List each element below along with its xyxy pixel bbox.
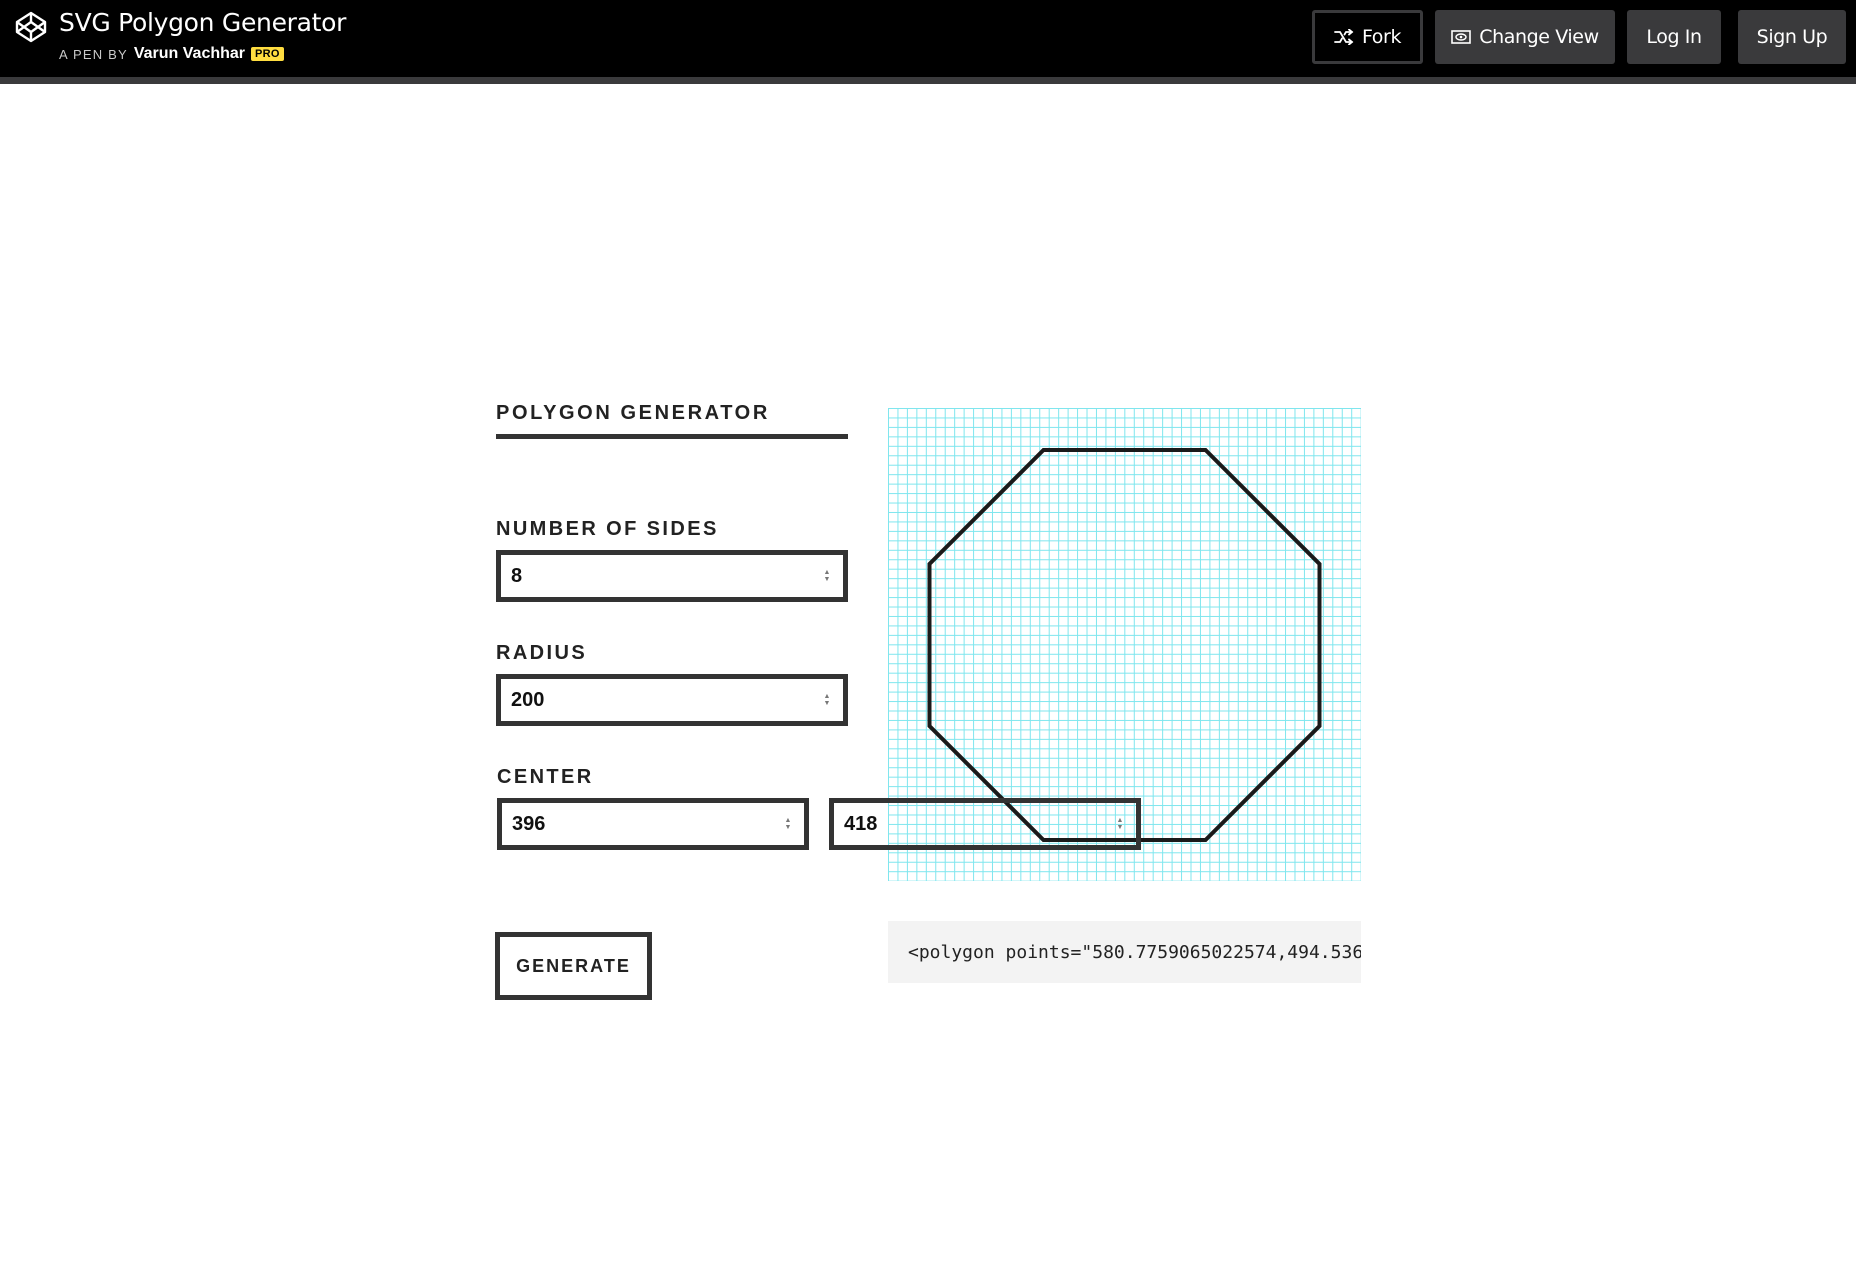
login-button[interactable]: Log In <box>1627 10 1721 64</box>
codepen-logo-icon[interactable] <box>14 10 48 44</box>
author-link[interactable]: Varun Vachhar <box>134 45 245 63</box>
center-label: CENTER <box>497 766 594 788</box>
svg-output-text: <polygon points="580.7759065022574,494.5… <box>908 941 1361 963</box>
signup-button[interactable]: Sign Up <box>1738 10 1846 64</box>
sides-value: 8 <box>511 564 523 587</box>
polygon-shape <box>927 448 1322 842</box>
radius-label: RADIUS <box>496 642 588 664</box>
center-x-input[interactable]: 396 ▲ ▼ <box>497 798 809 850</box>
center-y-input[interactable]: 418 ▲ ▼ <box>829 798 1141 850</box>
sides-input[interactable]: 8 ▲ ▼ <box>496 550 848 602</box>
svg-output-code[interactable]: <polygon points="580.7759065022574,494.5… <box>888 921 1361 983</box>
fork-label: Fork <box>1361 26 1402 48</box>
form-title: POLYGON GENERATOR <box>496 402 770 424</box>
center-y-value: 418 <box>844 812 878 835</box>
generate-button[interactable]: GENERATE <box>495 932 652 1000</box>
byline-prefix: A PEN BY <box>59 46 128 62</box>
radius-stepper-icon[interactable]: ▲ ▼ <box>823 692 831 708</box>
radius-input[interactable]: 200 ▲ ▼ <box>496 674 848 726</box>
center-x-stepper-icon[interactable]: ▲ ▼ <box>784 816 792 832</box>
pen-byline: A PEN BY Varun Vachhar PRO <box>59 45 284 63</box>
title-underline <box>496 434 848 439</box>
center-y-stepper-icon[interactable]: ▲ ▼ <box>1116 816 1124 832</box>
center-x-value: 396 <box>512 812 546 835</box>
radius-value: 200 <box>511 688 545 711</box>
fork-button[interactable]: Fork <box>1312 10 1423 64</box>
pro-badge: PRO <box>251 47 284 61</box>
change-view-label: Change View <box>1479 26 1599 48</box>
sides-label: NUMBER OF SIDES <box>496 518 719 540</box>
change-view-button[interactable]: Change View <box>1435 10 1615 64</box>
eye-window-icon <box>1451 30 1472 44</box>
top-bar: SVG Polygon Generator A PEN BY Varun Vac… <box>0 0 1856 84</box>
sides-stepper-icon[interactable]: ▲ ▼ <box>823 568 831 584</box>
pen-title: SVG Polygon Generator <box>59 8 347 37</box>
fork-icon <box>1334 29 1354 45</box>
